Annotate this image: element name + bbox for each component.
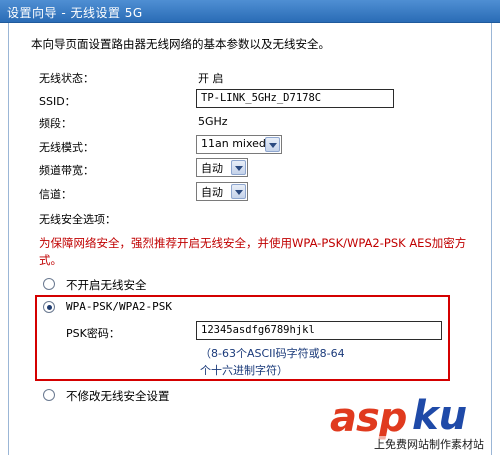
ssid-label: SSID： <box>39 95 76 108</box>
chevron-down-icon[interactable] <box>231 160 246 175</box>
page-title: 设置向导 - 无线设置 5G <box>7 6 143 20</box>
psk-hint-line1: （8-63个ASCII码字符或8-64 <box>200 347 345 360</box>
radio-wpa-psk[interactable] <box>43 301 55 313</box>
ssid-input[interactable]: TP-LINK_5GHz_D7178C <box>196 89 394 108</box>
channel-select-value: 自动 <box>201 186 223 199</box>
psk-hint: （8-63个ASCII码字符或8-64 个十六进制字符） <box>200 345 380 379</box>
title-bar: 设置向导 - 无线设置 5G <box>0 0 500 23</box>
channel-label: 信道： <box>39 188 72 201</box>
mode-select[interactable]: 11an mixed <box>196 135 282 154</box>
band-value: 5GHz <box>198 115 228 128</box>
wireless-status-label: 无线状态： <box>39 72 94 85</box>
watermark-subtitle: 上免费网站制作素材站 <box>374 436 484 452</box>
channel-select[interactable]: 自动 <box>196 182 248 201</box>
band-label: 频段： <box>39 117 72 130</box>
security-section-label: 无线安全选项： <box>39 213 116 226</box>
security-warning: 为保障网络安全，强烈推荐开启无线安全，并使用WPA-PSK/WPA2-PSK A… <box>39 236 467 267</box>
chevron-down-icon[interactable] <box>265 137 280 152</box>
watermark-brand-b: ku <box>412 393 468 439</box>
radio-wpa-psk-label: WPA-PSK/WPA2-PSK <box>66 300 172 313</box>
wireless-status-value: 开 启 <box>198 72 224 85</box>
bandwidth-label: 频道带宽： <box>39 164 94 177</box>
psk-input[interactable]: 12345asdfg6789hjkl <box>196 321 442 340</box>
radio-security-off[interactable] <box>43 278 55 290</box>
intro-text: 本向导页面设置路由器无线网络的基本参数以及无线安全。 <box>31 37 330 51</box>
psk-label: PSK密码： <box>66 327 120 340</box>
radio-security-keep-label: 不修改无线安全设置 <box>66 389 170 403</box>
chevron-down-icon[interactable] <box>231 184 246 199</box>
bandwidth-select[interactable]: 自动 <box>196 158 248 177</box>
watermark-brand-a: asp <box>330 395 407 441</box>
mode-select-value: 11an mixed <box>201 137 266 150</box>
psk-hint-line2: 个十六进制字符） <box>200 364 288 377</box>
radio-security-off-label: 不开启无线安全 <box>66 278 147 292</box>
mode-label: 无线模式： <box>39 141 94 154</box>
watermark-logo: asp ku 上免费网站制作素材站 <box>330 393 500 455</box>
radio-security-keep[interactable] <box>43 389 55 401</box>
bandwidth-select-value: 自动 <box>201 162 223 175</box>
